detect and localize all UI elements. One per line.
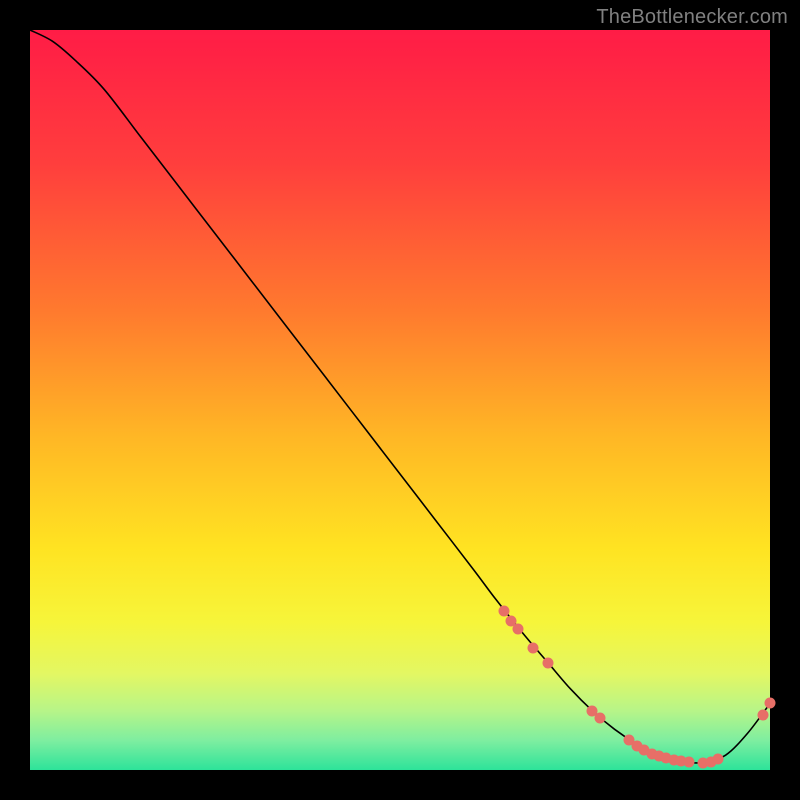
data-marker: [594, 713, 605, 724]
data-marker: [757, 709, 768, 720]
data-marker: [528, 642, 539, 653]
gradient-background: [30, 30, 770, 770]
chart-area: [30, 30, 770, 770]
data-marker: [543, 657, 554, 668]
data-marker: [683, 756, 694, 767]
data-marker: [765, 698, 776, 709]
data-marker: [713, 753, 724, 764]
data-marker: [513, 624, 524, 635]
watermark-text: TheBottlenecker.com: [596, 6, 788, 29]
